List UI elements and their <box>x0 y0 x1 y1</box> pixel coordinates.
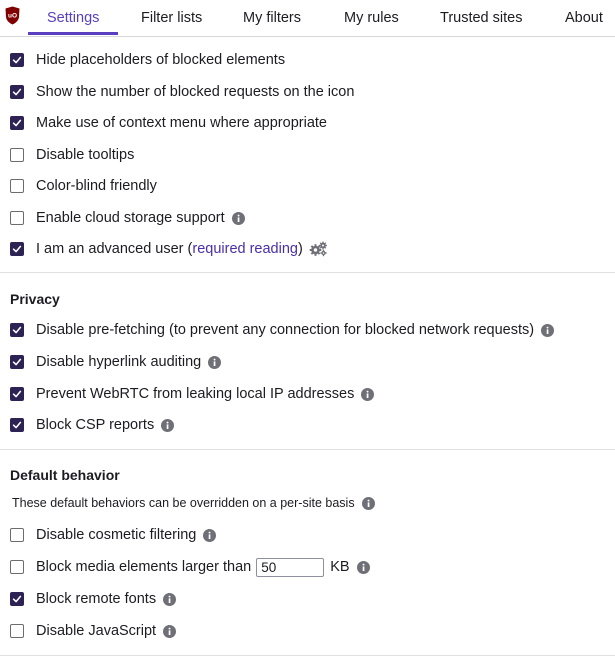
disable-tooltips-label[interactable]: Disable tooltips <box>36 147 134 163</box>
setting-webrtc: Prevent WebRTC from leaking local IP add… <box>10 384 374 404</box>
privacy-heading: Privacy <box>10 291 60 307</box>
prefetching-label[interactable]: Disable pre-fetching (to prevent any con… <box>36 322 534 338</box>
hyperlink-auditing-label[interactable]: Disable hyperlink auditing <box>36 354 201 370</box>
info-icon[interactable] <box>163 625 176 638</box>
tab-about[interactable]: About <box>565 0 603 34</box>
setting-cloud-storage: Enable cloud storage support <box>10 208 245 228</box>
webrtc-label[interactable]: Prevent WebRTC from leaking local IP add… <box>36 386 354 402</box>
cosmetic-filtering-label[interactable]: Disable cosmetic filtering <box>36 527 196 543</box>
setting-show-count: Show the number of blocked requests on t… <box>10 82 354 102</box>
setting-context-menu: Make use of context menu where appropria… <box>10 113 327 133</box>
info-icon[interactable] <box>362 497 375 510</box>
tab-filter-lists[interactable]: Filter lists <box>141 0 202 34</box>
hide-placeholders-label[interactable]: Hide placeholders of blocked elements <box>36 52 285 68</box>
hide-placeholders-checkbox[interactable] <box>10 53 24 67</box>
hyperlink-auditing-checkbox[interactable] <box>10 355 24 369</box>
tab-bar: uO Settings Filter lists My filters My r… <box>0 0 615 37</box>
remote-fonts-label[interactable]: Block remote fonts <box>36 591 156 607</box>
section-divider <box>0 449 615 450</box>
info-icon[interactable] <box>232 212 245 225</box>
info-icon[interactable] <box>208 356 221 369</box>
setting-hyperlink-auditing: Disable hyperlink auditing <box>10 352 221 372</box>
advanced-user-label-end: ) <box>297 241 303 257</box>
setting-disable-tooltips: Disable tooltips <box>10 145 134 165</box>
setting-color-blind: Color-blind friendly <box>10 176 157 196</box>
info-icon[interactable] <box>161 419 174 432</box>
media-size-input[interactable] <box>256 557 325 577</box>
media-elements-label[interactable]: Block media elements larger than <box>36 559 251 575</box>
csp-reports-label[interactable]: Block CSP reports <box>36 417 154 433</box>
setting-advanced-user: I am an advanced user (required reading) <box>10 239 328 259</box>
section-divider <box>0 655 615 656</box>
ublock-logo-icon: uO <box>5 6 20 25</box>
media-size-unit: KB <box>330 559 350 575</box>
setting-media-elements: Block media elements larger than KB <box>10 557 370 577</box>
info-icon[interactable] <box>541 324 554 337</box>
tab-my-rules[interactable]: My rules <box>344 0 399 34</box>
tab-my-filters[interactable]: My filters <box>243 0 301 34</box>
required-reading-link[interactable]: required reading <box>192 241 298 257</box>
javascript-label[interactable]: Disable JavaScript <box>36 623 156 639</box>
advanced-user-checkbox[interactable] <box>10 242 24 256</box>
gears-icon[interactable] <box>309 241 328 257</box>
setting-csp-reports: Block CSP reports <box>10 415 174 435</box>
javascript-checkbox[interactable] <box>10 624 24 638</box>
setting-javascript: Disable JavaScript <box>10 621 176 641</box>
advanced-user-label[interactable]: I am an advanced user ( <box>36 241 192 257</box>
cloud-storage-label[interactable]: Enable cloud storage support <box>36 210 225 226</box>
context-menu-checkbox[interactable] <box>10 116 24 130</box>
media-elements-checkbox[interactable] <box>10 560 24 574</box>
tab-settings[interactable]: Settings <box>27 0 119 35</box>
svg-text:uO: uO <box>8 13 17 20</box>
default-behavior-heading: Default behavior <box>10 467 120 483</box>
remote-fonts-checkbox[interactable] <box>10 592 24 606</box>
setting-prefetching: Disable pre-fetching (to prevent any con… <box>10 320 554 340</box>
show-count-checkbox[interactable] <box>10 85 24 99</box>
csp-reports-checkbox[interactable] <box>10 418 24 432</box>
color-blind-label[interactable]: Color-blind friendly <box>36 178 157 194</box>
show-count-label[interactable]: Show the number of blocked requests on t… <box>36 84 354 100</box>
section-divider <box>0 272 615 273</box>
info-icon[interactable] <box>361 388 374 401</box>
info-icon[interactable] <box>163 593 176 606</box>
setting-remote-fonts: Block remote fonts <box>10 589 176 609</box>
cloud-storage-checkbox[interactable] <box>10 211 24 225</box>
default-behavior-note: These default behaviors can be overridde… <box>12 496 375 510</box>
webrtc-checkbox[interactable] <box>10 387 24 401</box>
tab-trusted-sites[interactable]: Trusted sites <box>440 0 522 34</box>
color-blind-checkbox[interactable] <box>10 179 24 193</box>
prefetching-checkbox[interactable] <box>10 323 24 337</box>
setting-hide-placeholders: Hide placeholders of blocked elements <box>10 50 285 70</box>
info-icon[interactable] <box>203 529 216 542</box>
info-icon[interactable] <box>357 561 370 574</box>
disable-tooltips-checkbox[interactable] <box>10 148 24 162</box>
context-menu-label[interactable]: Make use of context menu where appropria… <box>36 115 327 131</box>
setting-cosmetic-filtering: Disable cosmetic filtering <box>10 525 216 545</box>
default-behavior-note-text: These default behaviors can be overridde… <box>12 496 355 510</box>
cosmetic-filtering-checkbox[interactable] <box>10 528 24 542</box>
